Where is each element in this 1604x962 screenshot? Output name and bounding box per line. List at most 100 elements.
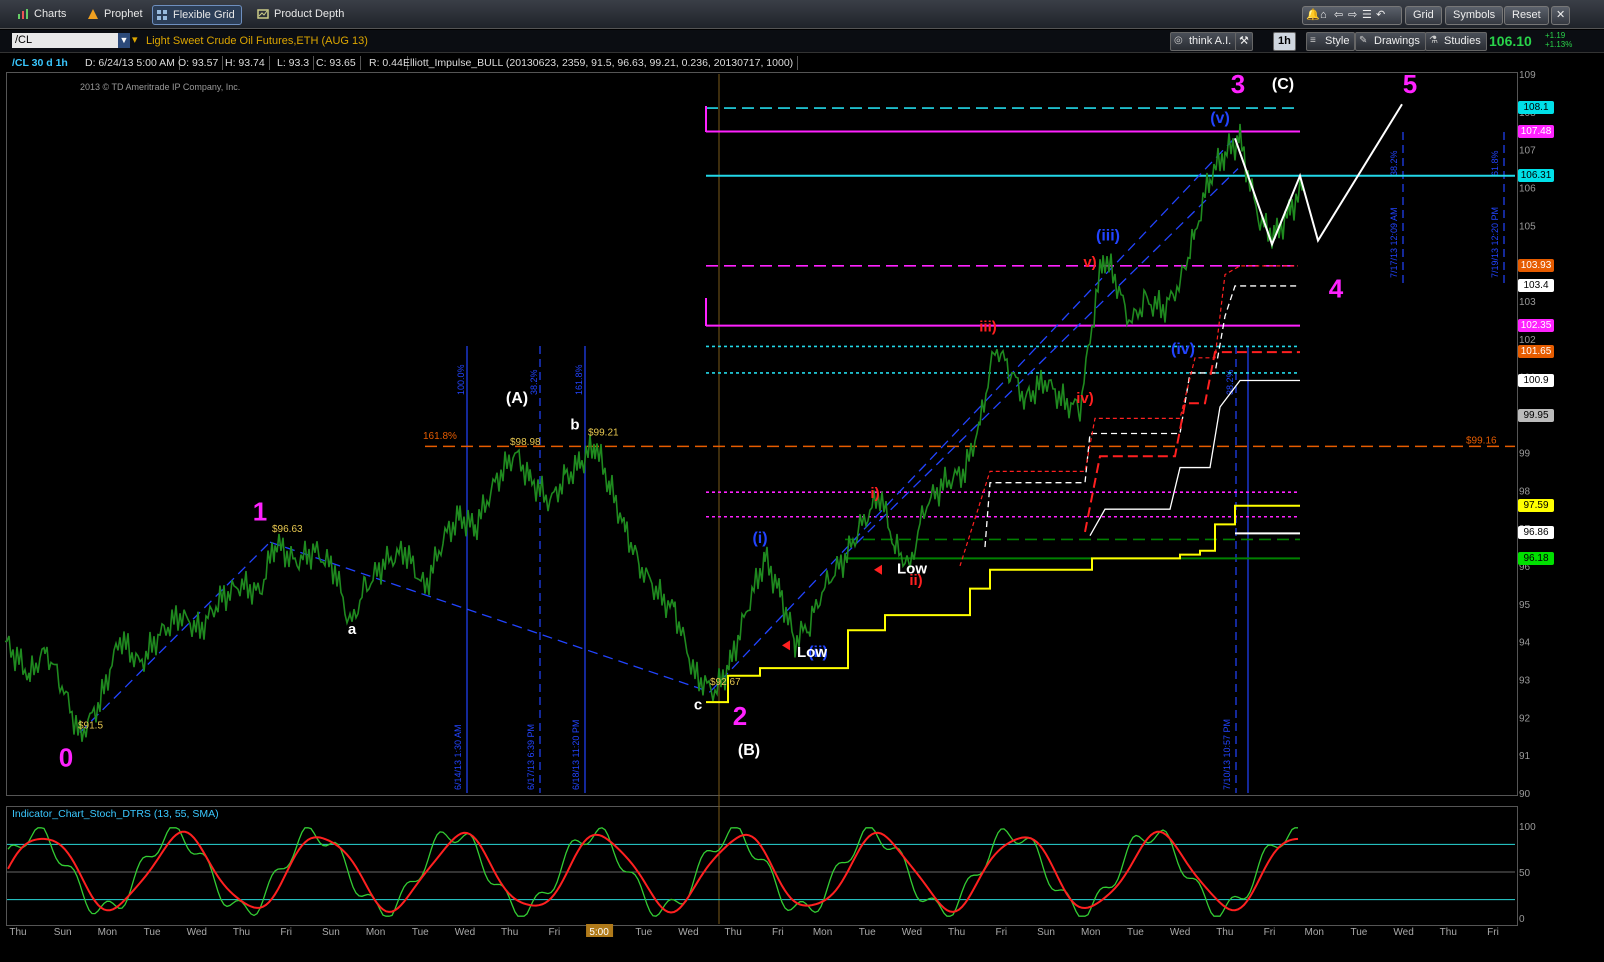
fib-time-label: 38.2%: [1389, 150, 1399, 176]
wave-label: 5: [1403, 69, 1417, 99]
time-line-label: 7/17/13 12:09 AM: [1389, 207, 1399, 278]
x-tick-label: Fri: [995, 927, 1007, 938]
price-point-label: $96.63: [272, 524, 303, 535]
x-tick-label: Mon: [98, 927, 117, 938]
wave-label: (iii): [1096, 228, 1120, 245]
x-tick-label: Fri: [280, 927, 292, 938]
wave-label: a: [348, 621, 357, 638]
wave-trend-line: [79, 541, 271, 733]
x-tick-label: Thu: [948, 927, 965, 938]
wave-label: 0: [59, 743, 73, 773]
stoch-y-tick: 0: [1519, 914, 1525, 925]
price-point-label: $92.67: [710, 677, 741, 688]
wave-trend-line: [709, 134, 1239, 693]
time-line-label: 7/19/13 12:20 PM: [1490, 207, 1500, 278]
y-tick-label: 92: [1519, 713, 1531, 724]
y-tick-label: 95: [1519, 600, 1531, 611]
x-tick-label: Tue: [1127, 927, 1144, 938]
wave-label: 1: [253, 497, 267, 527]
fib-time-label: 38.2%: [529, 369, 539, 395]
price-tag: 99.95: [1518, 409, 1554, 423]
wave-label: v): [1083, 254, 1096, 271]
wave-label: Low: [797, 644, 827, 661]
x-tick-label: Sun: [322, 927, 340, 938]
fib-level-label: 161.8%: [423, 431, 457, 442]
y-tick-label: 94: [1519, 638, 1531, 649]
wave-trend-line: [844, 168, 1239, 556]
x-tick-label: Tue: [144, 927, 161, 938]
x-tick-label: Mon: [366, 927, 385, 938]
x-tick-label: Thu: [9, 927, 26, 938]
price-tag: 108.1: [1518, 101, 1554, 115]
x-tick-label: Thu: [725, 927, 742, 938]
forecast-path: [1234, 103, 1403, 248]
x-tick-label: Thu: [1440, 927, 1457, 938]
x-tick-label: Thu: [1216, 927, 1233, 938]
time-line-label: 6/18/13 11:20 PM: [571, 720, 581, 790]
wave-label: (i): [752, 530, 767, 547]
wave-trend-line: [269, 541, 711, 693]
wave-label: c: [694, 697, 702, 714]
wave-label: (C): [1272, 76, 1294, 93]
wave-label: 4: [1329, 273, 1344, 303]
x-tick-label: Tue: [1350, 927, 1367, 938]
wave-label: iv): [1076, 390, 1094, 407]
level-price-label: $99.16: [1466, 435, 1497, 446]
price-point-label: $98.98: [510, 437, 541, 448]
price-line: [4, 123, 1304, 742]
stoch-y-tick: 50: [1519, 868, 1531, 879]
x-tick-label: Thu: [501, 927, 518, 938]
wave-label: iii): [979, 318, 997, 335]
x-tick-label: Tue: [859, 927, 876, 938]
price-tag: 97.59: [1518, 498, 1554, 512]
x-tick-label: Fri: [549, 927, 561, 938]
time-line-label: 7/10/13 10:57 PM: [1222, 719, 1232, 790]
wave-label: b: [570, 417, 579, 434]
y-tick-label: 99: [1519, 448, 1531, 459]
y-tick-label: 105: [1519, 221, 1536, 232]
fib-time-label: 100.0%: [456, 364, 466, 395]
x-tick-label: Wed: [902, 927, 922, 938]
time-line-label: 6/17/13 6:39 PM: [526, 724, 536, 790]
price-tag: 106.31: [1518, 168, 1554, 182]
fib-time-label: 161.8%: [574, 364, 584, 395]
wave-label: (B): [738, 742, 760, 759]
price-tag: 103.93: [1518, 258, 1554, 272]
price-point-label: $91.5: [78, 721, 103, 732]
x-tick-label: Wed: [1393, 927, 1413, 938]
y-tick-label: 103: [1519, 297, 1536, 308]
x-tick-label: Tue: [635, 927, 652, 938]
trailing-stop-line: [706, 504, 1300, 704]
price-chart: 9091929394959697989910010110210310410510…: [4, 69, 1536, 938]
wave-label: 2: [733, 701, 747, 731]
channel-red-line: [959, 265, 1298, 567]
x-tick-label: Wed: [187, 927, 207, 938]
price-point-label: $99.21: [588, 427, 619, 438]
low-arrow-icon: [874, 564, 882, 575]
x-tick-label: Fri: [1264, 927, 1276, 938]
x-tick-label: Wed: [455, 927, 475, 938]
y-tick-label: 106: [1519, 184, 1536, 195]
y-tick-label: 98: [1519, 486, 1531, 497]
price-tag: 101.65: [1518, 345, 1554, 359]
y-tick-label: 93: [1519, 675, 1531, 686]
x-tick-label: Fri: [772, 927, 784, 938]
price-tag: 100.9: [1518, 373, 1554, 387]
x-tick-label: 5:00: [589, 927, 609, 938]
x-tick-label: Sun: [1037, 927, 1055, 938]
x-tick-label: Mon: [1304, 927, 1323, 938]
x-tick-label: Mon: [1081, 927, 1100, 938]
stoch-y-tick: 100: [1519, 822, 1536, 833]
wave-label: (iv): [1171, 341, 1195, 358]
low-arrow-icon: [782, 640, 790, 651]
wave-label: (v): [1210, 110, 1230, 127]
price-tag: 102.35: [1518, 318, 1554, 332]
price-tag: 103.4: [1518, 278, 1554, 292]
wave-label: (A): [506, 390, 528, 407]
x-tick-label: Fri: [1487, 927, 1499, 938]
y-tick-label: 91: [1519, 751, 1531, 762]
price-tag: 96.18: [1518, 552, 1554, 566]
price-tag: 96.86: [1518, 526, 1554, 540]
x-tick-label: Mon: [813, 927, 832, 938]
y-tick-label: 90: [1519, 789, 1531, 800]
